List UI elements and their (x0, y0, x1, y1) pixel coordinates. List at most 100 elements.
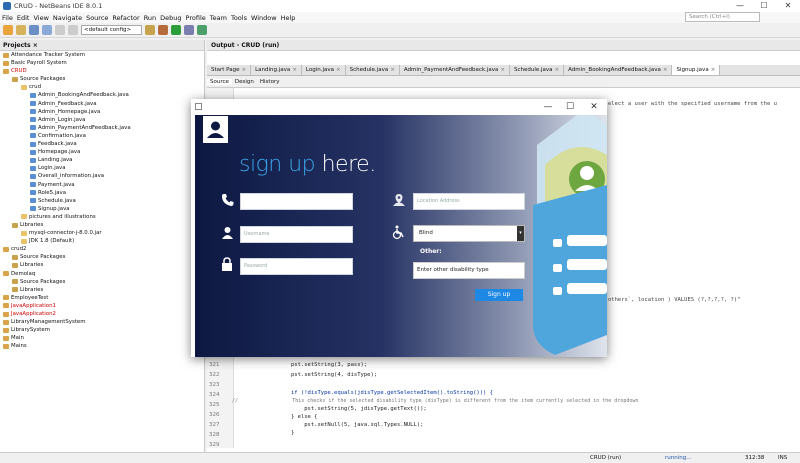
search-input[interactable]: Search (Ctrl+I) (685, 12, 760, 22)
close-icon[interactable]: × (555, 65, 560, 76)
tab-admin-payment[interactable]: Admin_PaymentAndFeedback.java × (400, 65, 510, 75)
tree-item[interactable]: Libraries (0, 221, 204, 229)
menu-file[interactable]: File (2, 14, 13, 22)
new-project-icon[interactable] (3, 25, 13, 35)
contact-number-field[interactable] (240, 193, 353, 210)
tree-item[interactable]: Main (0, 334, 204, 342)
tree-item[interactable]: pictures and illustrations (0, 213, 204, 221)
tree-item[interactable]: Source Packages (0, 278, 204, 286)
save-all-icon[interactable] (42, 25, 52, 35)
code-line-comment[interactable]: // This checks if the selected disabilit… (232, 398, 638, 404)
dialog-minimize-button[interactable]: — (537, 99, 559, 115)
tree-item[interactable]: Homepage.java (0, 148, 204, 156)
close-icon[interactable]: × (242, 65, 247, 76)
close-icon[interactable]: × (390, 65, 395, 76)
close-icon[interactable]: × (292, 65, 297, 76)
other-disability-field[interactable]: Enter other disability type (413, 262, 525, 279)
tree-item[interactable]: Admin_BookingAndFeedback.java (0, 91, 204, 99)
code-line[interactable]: if (!disType.equals(jdisType.getSelected… (238, 390, 493, 396)
tree-item[interactable]: LibrarySystem (0, 326, 204, 334)
tree-item[interactable]: JavaApplication1 (0, 302, 204, 310)
tree-item[interactable]: CRUD (0, 67, 204, 75)
dialog-close-button[interactable]: ✕ (583, 99, 605, 115)
menu-profile[interactable]: Profile (186, 14, 206, 22)
tree-item[interactable]: Admin_Homepage.java (0, 108, 204, 116)
tab-signup[interactable]: Signup.java × (672, 65, 721, 76)
menu-refactor[interactable]: Refactor (112, 14, 139, 22)
build-icon[interactable] (145, 25, 156, 35)
tree-item[interactable]: Source Packages (0, 253, 204, 261)
clean-build-icon[interactable] (158, 25, 169, 35)
tree-item[interactable]: Landing.java (0, 156, 204, 164)
source-mode-tab[interactable]: Source (207, 78, 232, 85)
maximize-button[interactable]: ☐ (752, 0, 776, 12)
profile-icon[interactable] (197, 25, 208, 35)
design-mode-tab[interactable]: Design (232, 79, 257, 85)
debug-icon[interactable] (184, 25, 195, 35)
menu-navigate[interactable]: Navigate (53, 14, 82, 22)
tree-item[interactable]: Role5.java (0, 189, 204, 197)
tree-item[interactable]: Payment.java (0, 181, 204, 189)
tree-item[interactable]: Feedback.java (0, 140, 204, 148)
code-line[interactable]: pst.setString(3, pass); (238, 362, 367, 368)
tree-item[interactable]: crud (0, 83, 204, 91)
undo-icon[interactable] (55, 25, 65, 35)
code-line[interactable]: } (238, 430, 294, 436)
tab-schedule[interactable]: Schedule.java × (346, 65, 400, 75)
tree-item[interactable]: Demolaq (0, 270, 204, 278)
config-dropdown[interactable]: <default config> (81, 25, 143, 35)
menu-tools[interactable]: Tools (231, 14, 247, 22)
tree-item[interactable]: Libraries (0, 286, 204, 294)
tab-login[interactable]: Login.java × (302, 65, 346, 75)
tree-item[interactable]: Admin_Feedback.java (0, 100, 204, 108)
chevron-down-icon[interactable]: ▾ (517, 226, 524, 241)
tree-item[interactable]: Source Packages (0, 75, 204, 83)
minimize-button[interactable]: — (728, 0, 752, 12)
tree-item[interactable]: JavaApplication2 (0, 310, 204, 318)
dialog-maximize-button[interactable]: ☐ (559, 99, 581, 115)
tree-item[interactable]: Admin_PaymentAndFeedback.java (0, 124, 204, 132)
code-line[interactable]: } else { (238, 414, 318, 420)
tree-item[interactable]: crud2 (0, 245, 204, 253)
tree-item[interactable]: Overall_information.java (0, 172, 204, 180)
code-line[interactable]: pst.setString(4, disType); (238, 372, 377, 378)
tab-admin-booking[interactable]: Admin_BookingAndFeedback.java × (564, 65, 673, 76)
password-field[interactable]: Password (240, 258, 353, 275)
tree-item[interactable]: Confirmation.java (0, 132, 204, 140)
run-icon[interactable] (171, 25, 182, 35)
code-line[interactable]: pst.setNull(5, java.sql.Types.NULL); (238, 422, 423, 428)
tree-item[interactable]: Signup.java (0, 205, 204, 213)
tab-landing[interactable]: Landing.java × (251, 65, 302, 75)
menu-view[interactable]: View (33, 14, 48, 22)
menu-edit[interactable]: Edit (17, 14, 30, 22)
menu-window[interactable]: Window (251, 14, 277, 22)
close-icon[interactable]: × (336, 65, 341, 76)
signup-button[interactable]: Sign up (475, 289, 523, 301)
new-file-icon[interactable] (16, 25, 26, 35)
tree-item[interactable]: EmployeeTest (0, 294, 204, 302)
menu-help[interactable]: Help (281, 14, 296, 22)
tree-item[interactable]: JDK 1.8 (Default) (0, 237, 204, 245)
close-button[interactable]: ✕ (776, 0, 800, 12)
close-icon[interactable]: × (711, 65, 716, 76)
disability-type-dropdown[interactable]: Blind ▾ (413, 225, 525, 242)
tree-item[interactable]: Libraries (0, 261, 204, 269)
tree-item[interactable]: mysql-connector-j-8.0.0.jar (0, 229, 204, 237)
redo-icon[interactable] (68, 25, 78, 35)
open-project-icon[interactable] (29, 25, 39, 35)
close-icon[interactable]: × (500, 65, 505, 76)
code-line[interactable]: pst.setString(5, jdisType.getText()); (238, 406, 427, 412)
username-field[interactable]: Username (240, 226, 353, 243)
tree-item[interactable]: Schedule.java (0, 197, 204, 205)
tab-start-page[interactable]: Start Page × (207, 65, 252, 76)
menu-debug[interactable]: Debug (160, 14, 181, 22)
tree-item[interactable]: Admin_Login.java (0, 116, 204, 124)
tree-item[interactable]: Login.java (0, 164, 204, 172)
menu-source[interactable]: Source (86, 14, 108, 22)
tab-schedule-2[interactable]: Schedule.java × (510, 65, 565, 76)
history-mode-tab[interactable]: History (257, 79, 283, 85)
close-icon[interactable]: × (663, 65, 668, 76)
menu-team[interactable]: Team (210, 14, 227, 22)
tree-item[interactable]: Attendance Tracker System (0, 51, 204, 59)
menu-run[interactable]: Run (144, 14, 156, 22)
